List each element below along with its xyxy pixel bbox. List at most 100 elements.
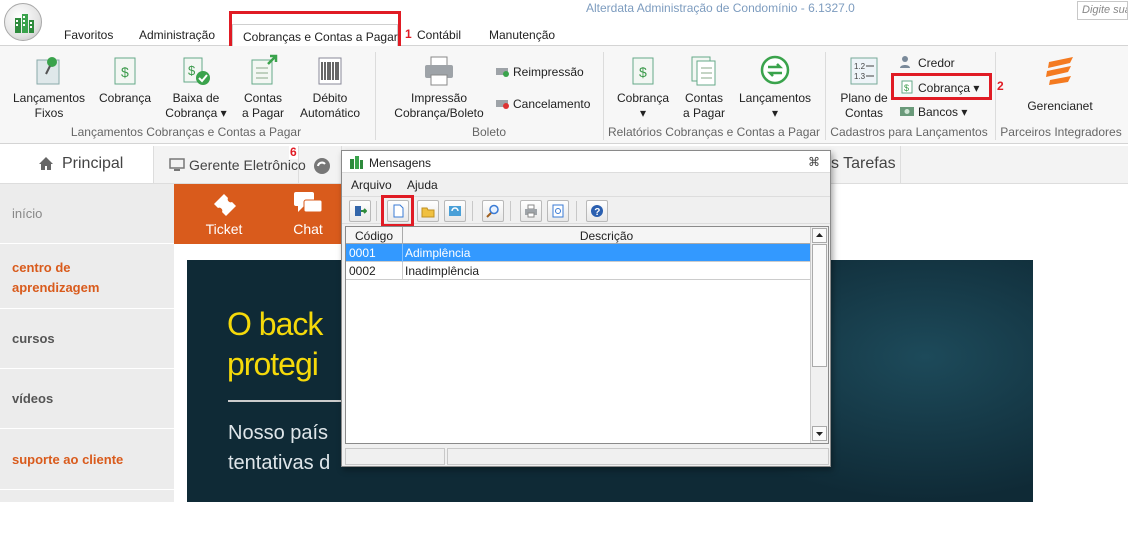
group-separator [995,52,996,140]
tab-gerente-eletronico[interactable]: Gerente Eletrônico [155,146,306,183]
relatorio-contas-l1: Contas [684,91,724,105]
vertical-scrollbar[interactable] [810,227,828,443]
lancamentos-fixos-l1: Lançamentos [12,91,86,105]
tab-principal-label: Principal [62,155,124,172]
table-row[interactable]: 0002 Inadimplência [346,262,810,280]
folder-icon [421,207,435,218]
cancel-print-icon [496,100,509,109]
bancos-button[interactable]: Bancos ▾ [899,104,967,119]
tab-manutencao[interactable]: Manutenção [489,28,555,42]
refresh-button[interactable] [444,200,466,222]
search-button[interactable] [482,200,504,222]
home-icon [39,157,53,170]
dollar-document-icon: $ [632,57,654,85]
app-logo-button[interactable] [4,3,42,41]
reimpressao-button[interactable]: Reimpressão [494,64,584,79]
baixa-cobranca-l1: Baixa de [172,91,220,105]
cobranca-button[interactable]: $ Cobrança [92,54,158,106]
cancelamento-button[interactable]: Cancelamento [494,96,590,111]
relatorio-cobranca-button[interactable]: $ Cobrança ▾ [611,54,675,121]
highlight-box-new [381,195,414,227]
ticket-button[interactable]: Ticket [194,190,254,237]
debito-automatico-l1: Débito [312,91,348,105]
exit-door-icon [355,206,367,216]
group-parceiros-label: Parceiros Integradores [1000,125,1122,139]
debito-automatico-l2: Automático [299,106,361,120]
contas-pagar-button[interactable]: Contas a Pagar [234,54,292,121]
sidebar-item-inicio[interactable]: início [0,184,174,244]
ticket-icon [214,194,236,216]
toolbar-separator [510,201,511,221]
printer-icon [525,204,537,218]
scroll-up-button[interactable] [812,228,827,243]
annotation-1: 1 [405,27,412,41]
scroll-down-button[interactable] [812,426,827,441]
contas-pagar-l2: a Pagar [241,106,285,120]
annotation-6: 6 [289,145,298,159]
column-header-codigo[interactable]: Código [346,229,402,243]
sidebar-item-centro-aprendizagem[interactable]: centro de aprendizagem [0,245,120,308]
plano-contas-l2: Contas [844,106,884,120]
impressao-l1: Impressão [410,91,468,105]
close-icon[interactable]: ⌘ [808,155,820,169]
sidebar-item-videos[interactable]: vídeos [0,369,174,429]
credor-button[interactable]: Credor [899,55,955,70]
tab-contabil[interactable]: Contábil [417,28,461,42]
open-button[interactable] [417,200,439,222]
exit-button[interactable] [349,200,371,222]
scroll-thumb[interactable] [812,244,827,367]
gerencianet-button[interactable]: Gerencianet [1020,54,1100,113]
print-button[interactable] [520,200,542,222]
lancamentos-fixos-button[interactable]: Lançamentos Fixos [8,54,90,121]
user-icon [900,56,910,68]
building-icon [350,156,363,169]
banner-headline-1: O back [227,306,323,342]
title-bar: Alterdata Administração de Condomínio - … [0,0,1128,20]
column-header-descricao[interactable]: Descrição [403,229,810,243]
debito-automatico-button[interactable]: Débito Automático [294,54,366,121]
bank-note-icon [900,107,914,116]
banner-headline-2: protegi [227,346,319,382]
mensagens-dialog: Mensagens ⌘ Arquivo Ajuda ? Código Descr… [341,150,831,467]
credor-label: Credor [918,56,955,70]
baixa-cobranca-button[interactable]: $ Baixa de Cobrança ▾ [160,54,232,121]
group-lancamentos-label: Lançamentos Cobranças e Contas a Pagar [70,125,302,139]
plano-contas-button[interactable]: 1.2 1.3 Plano de Contas [836,54,892,121]
dialog-title-bar[interactable]: Mensagens ⌘ [342,151,830,173]
magnifier-icon [486,204,499,218]
monitor-icon [169,158,185,171]
group-boleto-label: Boleto [471,125,507,139]
chat-label: Chat [293,221,323,237]
table-row[interactable]: 0001 Adimplência [346,244,810,262]
tab-hidden[interactable] [300,146,342,183]
search-input[interactable]: Digite sua [1077,1,1128,20]
help-button[interactable]: ? [586,200,608,222]
highlight-box-2 [891,73,992,100]
cell-codigo: 0001 [349,246,376,260]
menu-arquivo[interactable]: Arquivo [351,178,392,192]
toolbar-separator [376,201,377,221]
transfer-arrows-icon [760,55,790,85]
relatorio-contas-pagar-button[interactable]: Contas a Pagar [677,54,731,121]
impressao-boleto-button[interactable]: Impressão Cobrança/Boleto [388,54,490,121]
sidebar-item-cursos[interactable]: cursos [0,309,174,369]
group-separator [825,52,826,140]
dollar-document-icon: $ [114,57,136,85]
relatorio-lancamentos-button[interactable]: Lançamentos ▾ [733,54,817,121]
tab-administracao[interactable]: Administração [139,28,215,42]
group-relatorios-label: Relatórios Cobranças e Contas a Pagar [607,125,821,139]
ticket-label: Ticket [205,221,243,237]
help-icon: ? [591,205,603,218]
status-panel [345,448,445,465]
tab-tarefas[interactable]: s Tarefas [831,146,901,183]
chat-button[interactable]: Chat [278,190,338,237]
tab-principal[interactable]: Principal [0,146,154,183]
group-separator [603,52,604,140]
banner-text-1: Nosso país [228,422,329,444]
barcode-icon [318,57,342,85]
status-panel [447,448,829,465]
menu-ajuda[interactable]: Ajuda [407,178,438,192]
print-preview-button[interactable] [547,200,569,222]
sidebar-item-suporte[interactable]: suporte ao cliente [0,429,174,490]
tab-favoritos[interactable]: Favoritos [64,28,113,42]
